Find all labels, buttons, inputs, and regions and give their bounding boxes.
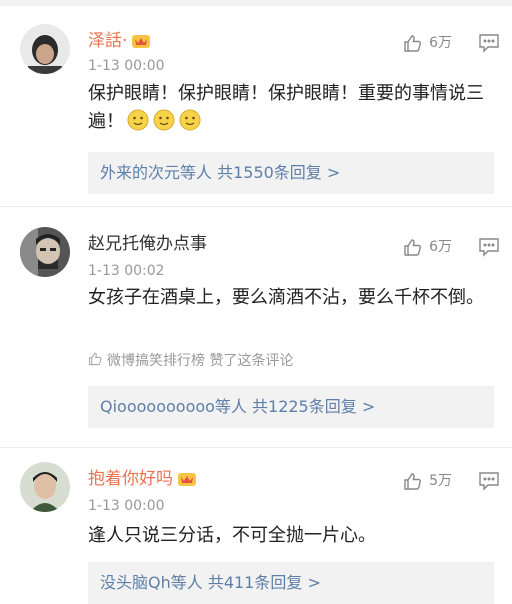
avatar[interactable]: [20, 24, 70, 74]
thumbs-up-icon: [88, 351, 103, 371]
username[interactable]: 赵兄托俺办点事: [88, 233, 207, 255]
reply-summary[interactable]: 外来的次元等人 共1550条回复 >: [88, 152, 494, 194]
username[interactable]: 抱着你好吗: [88, 468, 197, 490]
comment-time: 1-13 00:00: [88, 498, 165, 514]
liked-by-text[interactable]: 微博搞笑排行榜 赞了这条评论: [107, 352, 293, 370]
comment-item: 赵兄托俺办点事 1-13 00:02 6万 女孩子在酒桌上，要么滴酒不沾，要么千…: [0, 207, 512, 447]
like-count: 6万: [429, 35, 452, 51]
comment-time: 1-13 00:00: [88, 58, 165, 74]
avatar[interactable]: [20, 462, 70, 512]
username-text[interactable]: 抱着你好吗: [88, 469, 173, 489]
reply-comment-icon[interactable]: [478, 33, 500, 57]
vip-crown-icon: [177, 471, 197, 487]
reply-comment-icon[interactable]: [478, 237, 500, 261]
like-count: 6万: [429, 239, 452, 255]
liked-by-row: 微博搞笑排行榜 赞了这条评论: [88, 351, 293, 371]
comment-time: 1-13 00:02: [88, 263, 165, 279]
smile-emoji-icon: [152, 108, 176, 141]
avatar[interactable]: [20, 227, 70, 277]
reply-summary[interactable]: 没头脑Qh等人 共411条回复 >: [88, 562, 494, 604]
like-count: 5万: [429, 473, 452, 489]
comment-text: 逢人只说三分话，不可全抛一片心。: [88, 525, 376, 546]
comment-item: 抱着你好吗 1-13 00:00 5万 逢人只说三分话，不可全抛一片心。 没头脑…: [0, 448, 512, 604]
like-button[interactable]: 6万: [403, 33, 452, 53]
like-button[interactable]: 6万: [403, 237, 452, 257]
comment-item: 泽話· 1-13 00:00 6万 保护眼睛！保护眼睛！保护眼睛！重要的事情说三…: [0, 0, 512, 206]
comment-text: 保护眼睛！保护眼睛！保护眼睛！重要的事情说三遍！: [88, 80, 498, 141]
comment-text: 女孩子在酒桌上，要么滴酒不沾，要么千杯不倒。: [88, 287, 484, 308]
username[interactable]: 泽話·: [88, 30, 151, 52]
like-button[interactable]: 5万: [403, 471, 452, 491]
vip-crown-icon: [131, 33, 151, 49]
reply-comment-icon[interactable]: [478, 471, 500, 495]
username-text[interactable]: 泽話·: [88, 31, 127, 51]
thumbs-up-icon: [403, 471, 423, 491]
thumbs-up-icon: [403, 33, 423, 53]
thumbs-up-icon: [403, 237, 423, 257]
smile-emoji-icon: [126, 108, 150, 141]
smile-emoji-icon: [178, 108, 202, 141]
reply-summary[interactable]: Qioooooooooo等人 共1225条回复 >: [88, 386, 494, 428]
